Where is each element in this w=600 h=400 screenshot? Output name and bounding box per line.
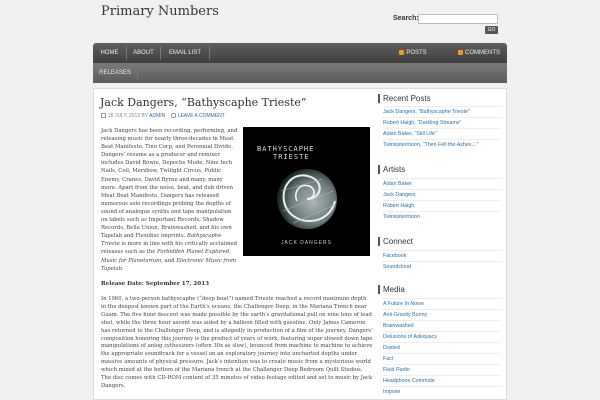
sidebar-link-soundcloud[interactable]: Soundcloud bbox=[383, 261, 501, 272]
nav-email-list[interactable]: EMAIL LIST bbox=[161, 43, 209, 63]
post-meta: 28 JULY, 2013 BY ADMIN LEAVE A COMMENT bbox=[101, 113, 225, 119]
nav-posts-label: POSTS bbox=[406, 50, 427, 56]
sidebar-link-recent-post[interactable]: Aidan Baker, “Still Life” bbox=[383, 128, 501, 139]
rss-icon bbox=[399, 50, 405, 55]
nav-about[interactable]: ABOUT bbox=[127, 43, 160, 63]
search-label: Search: bbox=[393, 15, 419, 22]
nav-home[interactable]: HOME bbox=[93, 43, 126, 63]
main-nav: HOME ABOUT EMAIL LIST POSTS COMMENTS REL… bbox=[93, 43, 507, 83]
nav-divider bbox=[137, 66, 138, 80]
artists-list: Aidan Baker Jack Dangers Robert Haigh Tw… bbox=[383, 178, 501, 222]
sidebar-heading-artists: Artists bbox=[377, 165, 406, 174]
nav-releases[interactable]: RELEASES bbox=[93, 63, 137, 83]
sidebar-link-media[interactable]: Impose bbox=[383, 386, 501, 397]
post-text: and bbox=[162, 257, 177, 264]
rss-icon bbox=[458, 50, 463, 55]
sidebar-link-media[interactable]: Dusted bbox=[383, 342, 501, 353]
sidebar-heading-media: Media bbox=[378, 285, 405, 294]
search-input[interactable] bbox=[418, 14, 498, 24]
calendar-icon bbox=[101, 113, 106, 118]
album-cover[interactable]: BATHYSCAPHE TRIESTE JACK DANGERS bbox=[243, 127, 370, 256]
nav-row-primary: HOME ABOUT EMAIL LIST POSTS COMMENTS bbox=[93, 43, 507, 63]
album-cover-title: BATHYSCAPHE bbox=[257, 145, 315, 153]
post-date: 28 JULY, 2013 BY bbox=[108, 113, 149, 119]
leave-comment-link[interactable]: LEAVE A COMMENT bbox=[178, 113, 225, 119]
sidebar-heading-recent-posts: Recent Posts bbox=[378, 94, 431, 103]
post-title[interactable]: Jack Dangers, “Bathyscaphe Trieste” bbox=[100, 96, 307, 109]
sidebar-link-facebook[interactable]: Facebook bbox=[383, 250, 501, 261]
connect-list: Facebook Soundcloud bbox=[383, 250, 501, 272]
post-paragraph-2: In 1960, a two-person bathyscaphe (“deep… bbox=[101, 296, 373, 389]
nav-rss-comments[interactable]: COMMENTS bbox=[455, 43, 503, 63]
search-button[interactable]: GO bbox=[485, 26, 498, 34]
post-author-link[interactable]: ADMIN bbox=[149, 113, 165, 119]
album-cover-artist: JACK DANGERS bbox=[281, 240, 332, 246]
album-cover-subtitle: TRIESTE bbox=[273, 153, 310, 161]
sidebar-heading-connect: Connect bbox=[378, 237, 413, 246]
nav-rss-posts[interactable]: POSTS bbox=[395, 43, 431, 63]
sidebar-link-media[interactable]: Brainwashed bbox=[383, 320, 501, 331]
sidebar-link-media[interactable]: Fact bbox=[383, 353, 501, 364]
sidebar-link-recent-post[interactable]: Robert Haigh, “Darkling Streams” bbox=[383, 117, 501, 128]
release-date: Release Date: September 17, 2013 bbox=[101, 281, 209, 287]
media-list: A Future In Noise Anti-Gravity Bunny Bra… bbox=[383, 298, 501, 397]
sidebar-link-recent-post[interactable]: Twinsistermoon, “Then Fell the Ashes…” bbox=[383, 139, 501, 150]
recent-posts-list: Jack Dangers, “Bathyscaphe Trieste” Robe… bbox=[383, 106, 501, 150]
sidebar-link-artist[interactable]: Jack Dangers bbox=[383, 189, 501, 200]
post-text: Jack Dangers has been recording, perform… bbox=[101, 128, 238, 240]
sidebar-link-media[interactable]: Headphone Commute bbox=[383, 375, 501, 386]
comment-icon bbox=[170, 113, 176, 118]
sidebar-link-recent-post[interactable]: Jack Dangers, “Bathyscaphe Trieste” bbox=[383, 106, 501, 117]
site-title[interactable]: Primary Numbers bbox=[101, 4, 219, 19]
nautilus-shell-icon bbox=[277, 169, 337, 229]
nav-row-secondary: RELEASES bbox=[93, 63, 507, 83]
sidebar-link-artist[interactable]: Robert Haigh bbox=[383, 200, 501, 211]
sidebar-link-artist[interactable]: Aidan Baker bbox=[383, 178, 501, 189]
sidebar-link-media[interactable]: Anti-Gravity Bunny bbox=[383, 309, 501, 320]
nav-comments-label: COMMENTS bbox=[465, 50, 500, 56]
nav-divider bbox=[209, 46, 210, 60]
sidebar-link-media[interactable]: A Future In Noise bbox=[383, 298, 501, 309]
post-paragraph-1: Jack Dangers has been recording, perform… bbox=[101, 127, 239, 273]
sidebar-link-artist[interactable]: Twinsistermoon bbox=[383, 211, 501, 222]
sidebar-link-media[interactable]: Delusions of Adequacy bbox=[383, 331, 501, 342]
sidebar-link-media[interactable]: Fluid Radio bbox=[383, 364, 501, 375]
